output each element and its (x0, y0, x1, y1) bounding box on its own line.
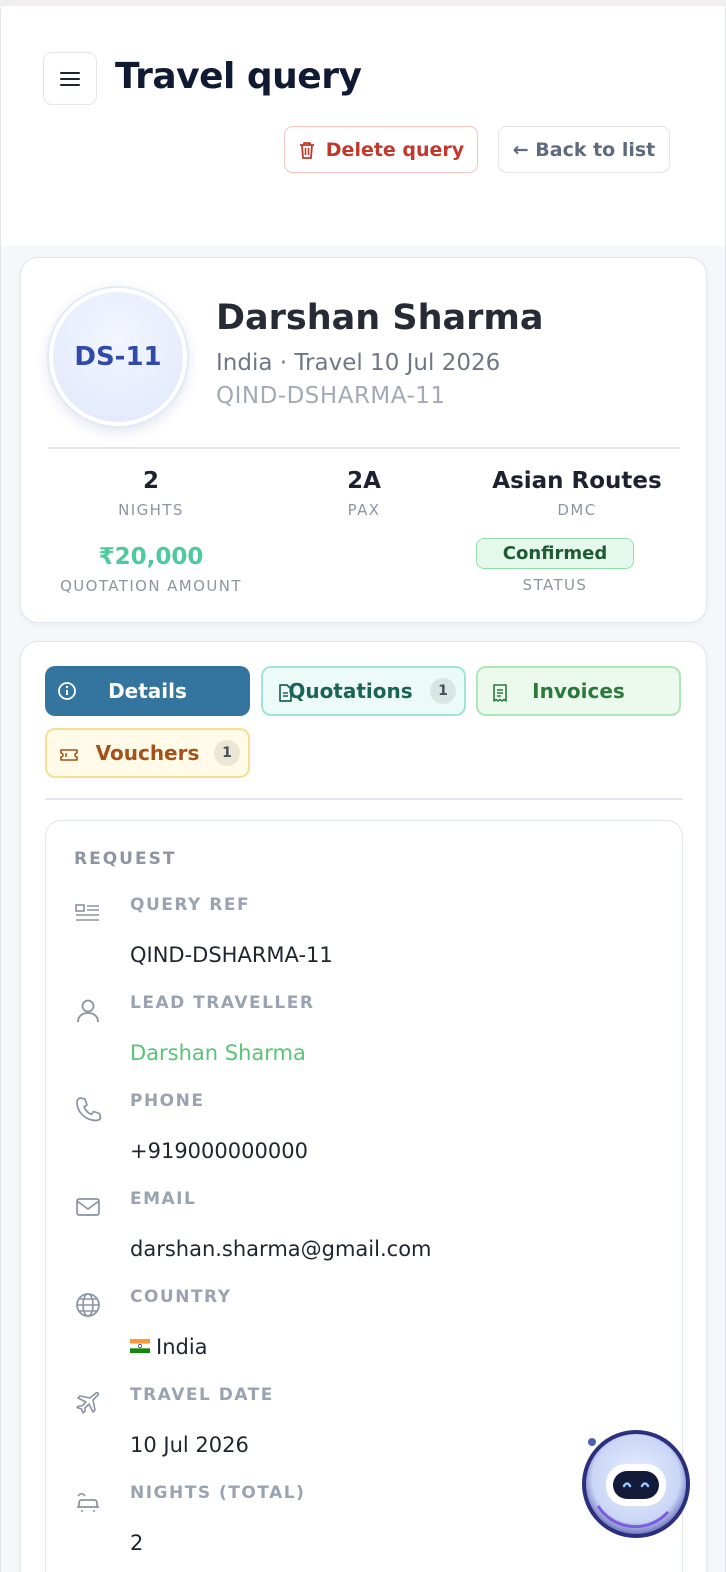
field-label: TRAVEL DATE (130, 1385, 274, 1405)
field-label: LEAD TRAVELLER (130, 993, 315, 1013)
trash-icon (299, 141, 314, 159)
field-lead-traveller: LEAD TRAVELLER Darshan Sharma (74, 993, 674, 1089)
pax-value: 2A (347, 468, 381, 494)
globe-icon (76, 1293, 100, 1317)
receipt-icon (493, 684, 507, 702)
pax-label: PAX (347, 501, 381, 519)
field-label: NIGHTS (TOTAL) (130, 1483, 306, 1503)
field-email: EMAIL darshan.sharma@gmail.com (74, 1189, 674, 1285)
page-title: Travel query (115, 56, 362, 97)
field-value: 10 Jul 2026 (130, 1433, 249, 1457)
document-icon (279, 684, 292, 702)
tab-vouchers[interactable]: Vouchers 1 (45, 728, 250, 778)
stat-status: Confirmed STATUS (455, 538, 655, 594)
phone-icon (76, 1097, 102, 1122)
dmc-value: Asian Routes (492, 468, 662, 494)
quotations-count-badge: 1 (430, 678, 456, 704)
delete-query-label: Delete query (325, 138, 465, 161)
plane-icon (76, 1391, 100, 1414)
tab-details[interactable]: Details (45, 666, 250, 716)
ref-list-icon (75, 904, 99, 921)
field-label: EMAIL (130, 1189, 197, 1209)
tabs-divider (45, 798, 683, 800)
profile-divider (48, 447, 680, 449)
quotation-amount-label: QUOTATION AMOUNT (60, 577, 242, 595)
vouchers-count-badge: 1 (214, 740, 240, 766)
hamburger-icon (60, 71, 80, 86)
field-query-ref: QUERY REF QIND-DSHARMA-11 (74, 895, 674, 991)
field-label: PHONE (130, 1091, 205, 1111)
india-flag-icon (130, 1339, 150, 1353)
tab-quotations[interactable]: Quotations 1 (261, 666, 466, 716)
status-label: STATUS (522, 576, 588, 594)
back-to-list-label: ← Back to list (512, 138, 656, 161)
top-bar: Travel query Delete query ← Back to list (1, 6, 725, 246)
field-value: darshan.sharma@gmail.com (130, 1237, 432, 1261)
country-name: India (156, 1335, 208, 1359)
delete-query-button[interactable]: Delete query (284, 126, 478, 173)
status-badge: Confirmed (475, 538, 635, 569)
ticket-icon (60, 749, 78, 761)
quotation-amount-value: ₹20,000 (98, 544, 204, 570)
section-title: REQUEST (74, 849, 177, 869)
profile-card: DS-11 Darshan Sharma India · Travel 10 J… (20, 257, 707, 623)
chatbot-launcher[interactable] (580, 1428, 692, 1540)
user-icon (77, 999, 99, 1023)
stat-dmc: Asian Routes DMC (477, 468, 677, 519)
query-reference: QIND-DSHARMA-11 (216, 383, 446, 409)
page: Travel query Delete query ← Back to list… (0, 6, 726, 1572)
tab-invoices[interactable]: Invoices (476, 666, 681, 716)
chatbot-avatar-icon (582, 1430, 690, 1538)
dmc-label: DMC (557, 501, 597, 519)
menu-button[interactable] (43, 52, 97, 105)
field-value: QIND-DSHARMA-11 (130, 943, 333, 967)
stat-pax: 2A PAX (264, 468, 464, 519)
field-value-country: India (130, 1335, 208, 1359)
back-to-list-button[interactable]: ← Back to list (498, 126, 670, 173)
mail-icon (76, 1198, 100, 1216)
traveller-subtitle: India · Travel 10 Jul 2026 (216, 350, 501, 376)
field-label: QUERY REF (130, 895, 251, 915)
field-value: +919000000000 (130, 1139, 308, 1163)
nights-label: NIGHTS (118, 501, 184, 519)
field-value: 2 (130, 1531, 144, 1555)
stat-quotation-amount: ₹20,000 QUOTATION AMOUNT (41, 544, 261, 595)
nights-value: 2 (142, 468, 159, 494)
traveller-name: Darshan Sharma (216, 298, 544, 338)
field-label: COUNTRY (130, 1287, 232, 1307)
avatar: DS-11 (49, 288, 187, 426)
lead-traveller-link[interactable]: Darshan Sharma (130, 1041, 306, 1065)
info-icon (58, 682, 76, 700)
bed-icon (77, 1492, 99, 1512)
field-phone: PHONE +919000000000 (74, 1091, 674, 1187)
field-country: COUNTRY India (74, 1287, 674, 1383)
stat-nights: 2 NIGHTS (51, 468, 251, 519)
